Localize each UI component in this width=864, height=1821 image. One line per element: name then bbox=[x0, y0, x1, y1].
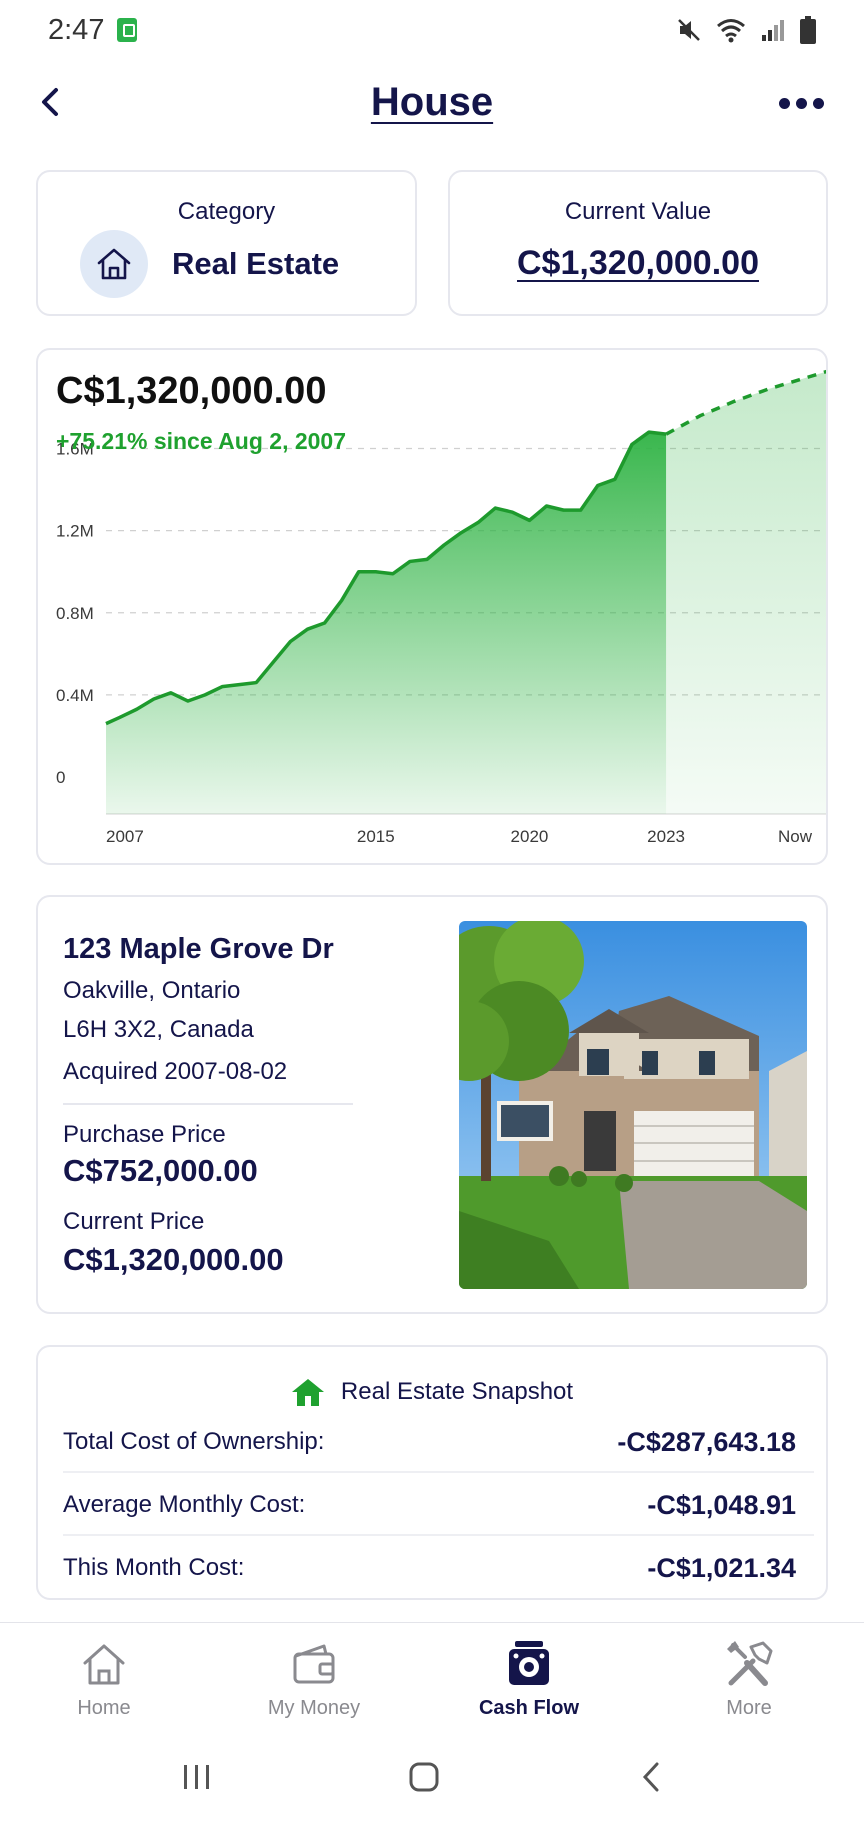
nav-my-money[interactable]: My Money bbox=[234, 1637, 394, 1720]
snapshot-row-label: This Month Cost: bbox=[63, 1554, 245, 1581]
y-tick-label: 0 bbox=[56, 768, 65, 787]
purchase-price-label: Purchase Price bbox=[63, 1121, 226, 1148]
snapshot-title: Real Estate Snapshot bbox=[340, 1378, 574, 1405]
snapshot-header: Real Estate Snapshot bbox=[38, 1377, 826, 1407]
snapshot-row-label: Average Monthly Cost: bbox=[63, 1491, 306, 1518]
wallet-icon bbox=[234, 1637, 394, 1691]
home-circle-icon bbox=[409, 1762, 439, 1792]
snapshot-card: Real Estate Snapshot Total Cost of Owner… bbox=[36, 1345, 828, 1600]
tools-icon bbox=[669, 1637, 829, 1691]
recent-apps-button[interactable] bbox=[172, 1755, 222, 1799]
status-icons bbox=[676, 16, 816, 44]
property-postal: L6H 3X2, Canada bbox=[63, 1016, 254, 1043]
property-details-card: 123 Maple Grove Dr Oakville, Ontario L6H… bbox=[36, 895, 828, 1314]
nav-more-label: More bbox=[726, 1697, 772, 1719]
current-price-value: C$1,320,000.00 bbox=[63, 1242, 284, 1277]
current-value-amount[interactable]: C$1,320,000.00 bbox=[450, 244, 826, 283]
snapshot-row-value: -C$1,048.91 bbox=[647, 1489, 796, 1520]
recent-apps-icon bbox=[184, 1765, 209, 1789]
home-green-icon bbox=[291, 1379, 324, 1406]
chart-change-text: +75.21% since Aug 2, 2007 bbox=[56, 428, 347, 454]
category-label: Category bbox=[177, 198, 276, 225]
x-tick-label: 2020 bbox=[511, 827, 549, 846]
nav-cash-flow-label: Cash Flow bbox=[478, 1697, 579, 1719]
divider bbox=[63, 1534, 814, 1536]
current-value-label: Current Value bbox=[564, 198, 712, 225]
purchase-price-value: C$752,000.00 bbox=[63, 1153, 258, 1188]
nav-home-label: Home bbox=[77, 1697, 131, 1719]
snapshot-row-label: Total Cost of Ownership: bbox=[63, 1428, 325, 1455]
chart-title-value: C$1,320,000.00 bbox=[56, 370, 327, 412]
mute-icon bbox=[678, 19, 700, 41]
back-arrow-icon bbox=[642, 1762, 659, 1792]
nav-cash-flow[interactable]: Cash Flow bbox=[449, 1637, 609, 1720]
page-title: House bbox=[370, 80, 494, 124]
snapshot-row: This Month Cost: -C$1,021.34 bbox=[63, 1537, 796, 1599]
projection-area bbox=[666, 371, 826, 814]
battery-icon bbox=[800, 16, 816, 44]
cash-flow-icon bbox=[449, 1637, 609, 1691]
y-tick-label: 0.4M bbox=[56, 686, 94, 705]
more-options-button[interactable] bbox=[774, 88, 828, 118]
x-tick-label: 2015 bbox=[357, 827, 395, 846]
value-chart-card: 0 0.4M 0.8M 1.2M 1.6M 2007 2015 2020 2023 Now C$… bbox=[36, 348, 828, 865]
x-tick-label: Now bbox=[778, 827, 813, 846]
status-time: 2:47 bbox=[48, 14, 105, 46]
snapshot-row: Total Cost of Ownership: -C$287,643.18 bbox=[63, 1411, 796, 1473]
wifi-icon bbox=[717, 19, 745, 43]
y-tick-label: 1.2M bbox=[56, 522, 94, 541]
snapshot-row-value: -C$1,021.34 bbox=[647, 1552, 796, 1583]
current-price-label: Current Price bbox=[63, 1208, 205, 1235]
divider bbox=[63, 1471, 814, 1473]
x-tick-label: 2007 bbox=[106, 827, 144, 846]
divider bbox=[63, 1103, 353, 1105]
property-address: 123 Maple Grove Dr bbox=[63, 933, 334, 965]
current-value-card[interactable]: Current Value C$1,320,000.00 bbox=[448, 170, 828, 316]
category-value: Real Estate bbox=[172, 246, 340, 281]
home-icon bbox=[24, 1637, 184, 1691]
y-tick-label: 0.8M bbox=[56, 604, 94, 623]
more-dots-icon bbox=[778, 97, 790, 109]
value-area bbox=[106, 432, 667, 814]
house-photo[interactable] bbox=[459, 921, 807, 1289]
system-back-button[interactable] bbox=[627, 1755, 677, 1799]
notification-icon bbox=[117, 18, 137, 42]
category-card[interactable]: Category Real Estate bbox=[36, 170, 417, 316]
system-navigation-bar bbox=[0, 1735, 864, 1821]
nav-my-money-label: My Money bbox=[267, 1697, 361, 1719]
signal-icon bbox=[762, 20, 784, 41]
house-icon bbox=[80, 230, 148, 298]
bottom-navigation: Home My Money Cash Flow More bbox=[0, 1622, 864, 1732]
x-tick-label: 2023 bbox=[647, 827, 685, 846]
snapshot-row: Average Monthly Cost: -C$1,048.91 bbox=[63, 1474, 796, 1536]
snapshot-row-value: -C$287,643.18 bbox=[617, 1426, 796, 1457]
nav-home[interactable]: Home bbox=[24, 1637, 184, 1720]
nav-more[interactable]: More bbox=[669, 1637, 829, 1720]
property-city: Oakville, Ontario bbox=[63, 977, 241, 1004]
system-home-button[interactable] bbox=[399, 1755, 449, 1799]
property-acquired-date: Acquired 2007-08-02 bbox=[63, 1058, 288, 1085]
status-bar: 2:47 bbox=[0, 0, 864, 60]
